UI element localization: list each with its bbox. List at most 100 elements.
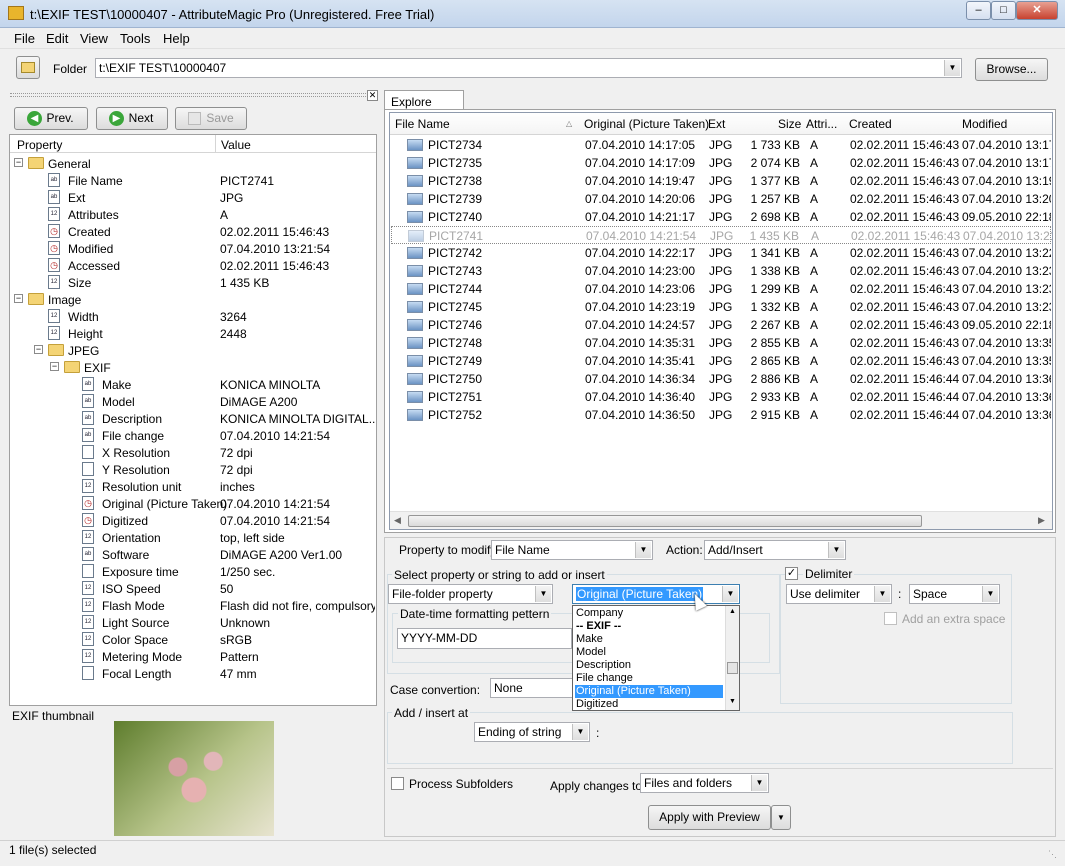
file-row[interactable]: PICT2741 07.04.2010 14:21:54 JPG 1 435 KB A 0… (391, 226, 1052, 244)
col-created[interactable]: Created (849, 117, 892, 131)
tree-group-row[interactable]: − EXIF (10, 359, 376, 376)
file-row[interactable]: PICT2750 07.04.2010 14:36:34 JPG 2 886 KB A 0… (391, 370, 1051, 388)
dropdown-option[interactable]: Make (575, 633, 723, 646)
chevron-down-icon[interactable]: ▼ (828, 542, 844, 558)
next-button[interactable]: ▶ Next (96, 107, 168, 130)
property-row[interactable]: 12 ISO Speed 50 (10, 580, 376, 597)
menu-tools[interactable]: Tools (120, 31, 150, 46)
delimiter-value-select[interactable]: Space ▼ (909, 584, 1000, 604)
property-row[interactable]: ◷ Created 02.02.2011 15:46:43 (10, 223, 376, 240)
property-row[interactable]: ab Ext JPG (10, 189, 376, 206)
process-subfolders-checkbox[interactable] (391, 777, 404, 790)
file-row[interactable]: PICT2742 07.04.2010 14:22:17 JPG 1 341 KB A 0… (391, 244, 1051, 262)
property-row[interactable]: 12 Width 3264 (10, 308, 376, 325)
property-row[interactable]: X Resolution 72 dpi (10, 444, 376, 461)
scroll-left-icon[interactable]: ◀ (394, 515, 401, 526)
file-row[interactable]: PICT2740 07.04.2010 14:21:17 JPG 2 698 KB A 0… (391, 208, 1051, 226)
chevron-down-icon[interactable]: ▼ (944, 60, 960, 76)
dropdown-option[interactable]: Original (Picture Taken) (575, 685, 723, 698)
dropdown-option[interactable]: File change (575, 672, 723, 685)
scroll-thumb[interactable] (408, 515, 922, 527)
menu-file[interactable]: File (14, 31, 35, 46)
dropdown-option[interactable]: Company (575, 607, 723, 620)
delimiter-checkbox[interactable]: ✓ (785, 567, 798, 580)
property-row[interactable]: 12 Flash Mode Flash did not fire, compulso… (10, 597, 376, 614)
col-original[interactable]: Original (Picture Taken) (584, 117, 709, 131)
close-panel-icon[interactable]: ✕ (367, 90, 378, 101)
property-row[interactable]: 12 Light Source Unknown (10, 614, 376, 631)
maximize-button[interactable]: □ (991, 1, 1016, 20)
col-size[interactable]: Size (778, 117, 801, 131)
tree-group-row[interactable]: − Image (10, 291, 376, 308)
property-row[interactable]: 12 Orientation top, left side (10, 529, 376, 546)
action-select[interactable]: Add/Insert ▼ (704, 540, 846, 560)
dropdown-scrollbar[interactable]: ▲ ▼ (725, 606, 739, 710)
col-attributes[interactable]: Attri... (806, 117, 837, 131)
property-row[interactable]: ◷ Original (Picture Taken) 07.04.2010 14:2… (10, 495, 376, 512)
property-row[interactable]: 12 Attributes A (10, 206, 376, 223)
property-row[interactable]: ab File Name PICT2741 (10, 172, 376, 189)
file-row[interactable]: PICT2738 07.04.2010 14:19:47 JPG 1 377 KB A 0… (391, 172, 1051, 190)
dropdown-option[interactable]: Digitized (575, 698, 723, 711)
property-row[interactable]: 12 Size 1 435 KB (10, 274, 376, 291)
datetime-pattern-input[interactable]: YYYY-MM-DD (397, 628, 572, 649)
chevron-down-icon[interactable]: ▼ (874, 586, 890, 602)
file-row[interactable]: PICT2735 07.04.2010 14:17:09 JPG 2 074 KB A 0… (391, 154, 1051, 172)
file-row[interactable]: PICT2749 07.04.2010 14:35:41 JPG 2 865 KB A 0… (391, 352, 1051, 370)
col-property-header[interactable]: Property (17, 138, 62, 152)
tree-expander-icon[interactable]: − (14, 294, 23, 303)
chevron-down-icon[interactable]: ▼ (535, 586, 551, 602)
property-row[interactable]: 12 Resolution unit inches (10, 478, 376, 495)
extra-space-checkbox[interactable] (884, 612, 897, 625)
chevron-down-icon[interactable]: ▼ (572, 724, 588, 740)
col-value-header[interactable]: Value (221, 138, 251, 152)
up-folder-button[interactable] (16, 56, 40, 79)
col-file-name[interactable]: File Name (395, 117, 450, 131)
tab-explore-files[interactable]: Explore File(s) (384, 90, 464, 123)
scroll-up-icon[interactable]: ▲ (729, 608, 736, 615)
file-row[interactable]: PICT2734 07.04.2010 14:17:05 JPG 1 733 KB A 0… (391, 136, 1051, 154)
property-row[interactable]: ab Model DiMAGE A200 (10, 393, 376, 410)
menu-view[interactable]: View (80, 31, 108, 46)
menu-help[interactable]: Help (163, 31, 190, 46)
property-row[interactable]: Exposure time 1/250 sec. (10, 563, 376, 580)
tree-group-row[interactable]: − General (10, 155, 376, 172)
chevron-down-icon[interactable]: ▼ (722, 586, 738, 602)
scroll-right-icon[interactable]: ▶ (1038, 515, 1045, 526)
property-row[interactable]: 12 Height 2448 (10, 325, 376, 342)
scroll-down-icon[interactable]: ▼ (729, 698, 736, 705)
file-row[interactable]: PICT2745 07.04.2010 14:23:19 JPG 1 332 KB A 0… (391, 298, 1051, 316)
property-row[interactable]: ◷ Digitized 07.04.2010 14:21:54 (10, 512, 376, 529)
property-row[interactable]: ab Software DiMAGE A200 Ver1.00 (10, 546, 376, 563)
apply-with-preview-button[interactable]: Apply with Preview (648, 805, 771, 830)
chevron-down-icon[interactable]: ▼ (982, 586, 998, 602)
property-row[interactable]: Y Resolution 72 dpi (10, 461, 376, 478)
property-row[interactable]: ab File change 07.04.2010 14:21:54 (10, 427, 376, 444)
property-to-modify-select[interactable]: File Name ▼ (491, 540, 653, 560)
menu-edit[interactable]: Edit (46, 31, 68, 46)
dropdown-scroll-thumb[interactable] (727, 662, 738, 674)
property-row[interactable]: ◷ Modified 07.04.2010 13:21:54 (10, 240, 376, 257)
case-conversion-select[interactable]: None (490, 678, 580, 698)
file-row[interactable]: PICT2748 07.04.2010 14:35:31 JPG 2 855 KB A 0… (391, 334, 1051, 352)
apply-to-select[interactable]: Files and folders ▼ (640, 773, 769, 793)
minimize-button[interactable]: – (966, 1, 991, 20)
resize-grip-icon[interactable]: ⋱ (1048, 849, 1057, 860)
tree-expander-icon[interactable]: − (14, 158, 23, 167)
col-ext[interactable]: Ext (708, 117, 725, 131)
file-row[interactable]: PICT2743 07.04.2010 14:23:00 JPG 1 338 KB A 0… (391, 262, 1051, 280)
tree-expander-icon[interactable]: − (50, 362, 59, 371)
source-type-select[interactable]: File-folder property ▼ (388, 584, 553, 604)
folder-path-combo[interactable]: t:\EXIF TEST\10000407 ▼ (95, 58, 962, 78)
apply-options-dropdown[interactable]: ▼ (771, 805, 791, 830)
chevron-down-icon[interactable]: ▼ (635, 542, 651, 558)
chevron-down-icon[interactable]: ▼ (751, 775, 767, 791)
prev-button[interactable]: ◀ Prev. (14, 107, 88, 130)
save-button[interactable]: Save (175, 107, 247, 130)
property-row[interactable]: ab Make KONICA MINOLTA (10, 376, 376, 393)
horizontal-scrollbar[interactable]: ◀ ▶ (390, 511, 1052, 529)
file-row[interactable]: PICT2752 07.04.2010 14:36:50 JPG 2 915 KB A 0… (391, 406, 1051, 424)
tree-group-row[interactable]: − JPEG (10, 342, 376, 359)
browse-button[interactable]: Browse... (975, 58, 1048, 81)
property-row[interactable]: Focal Length 47 mm (10, 665, 376, 682)
